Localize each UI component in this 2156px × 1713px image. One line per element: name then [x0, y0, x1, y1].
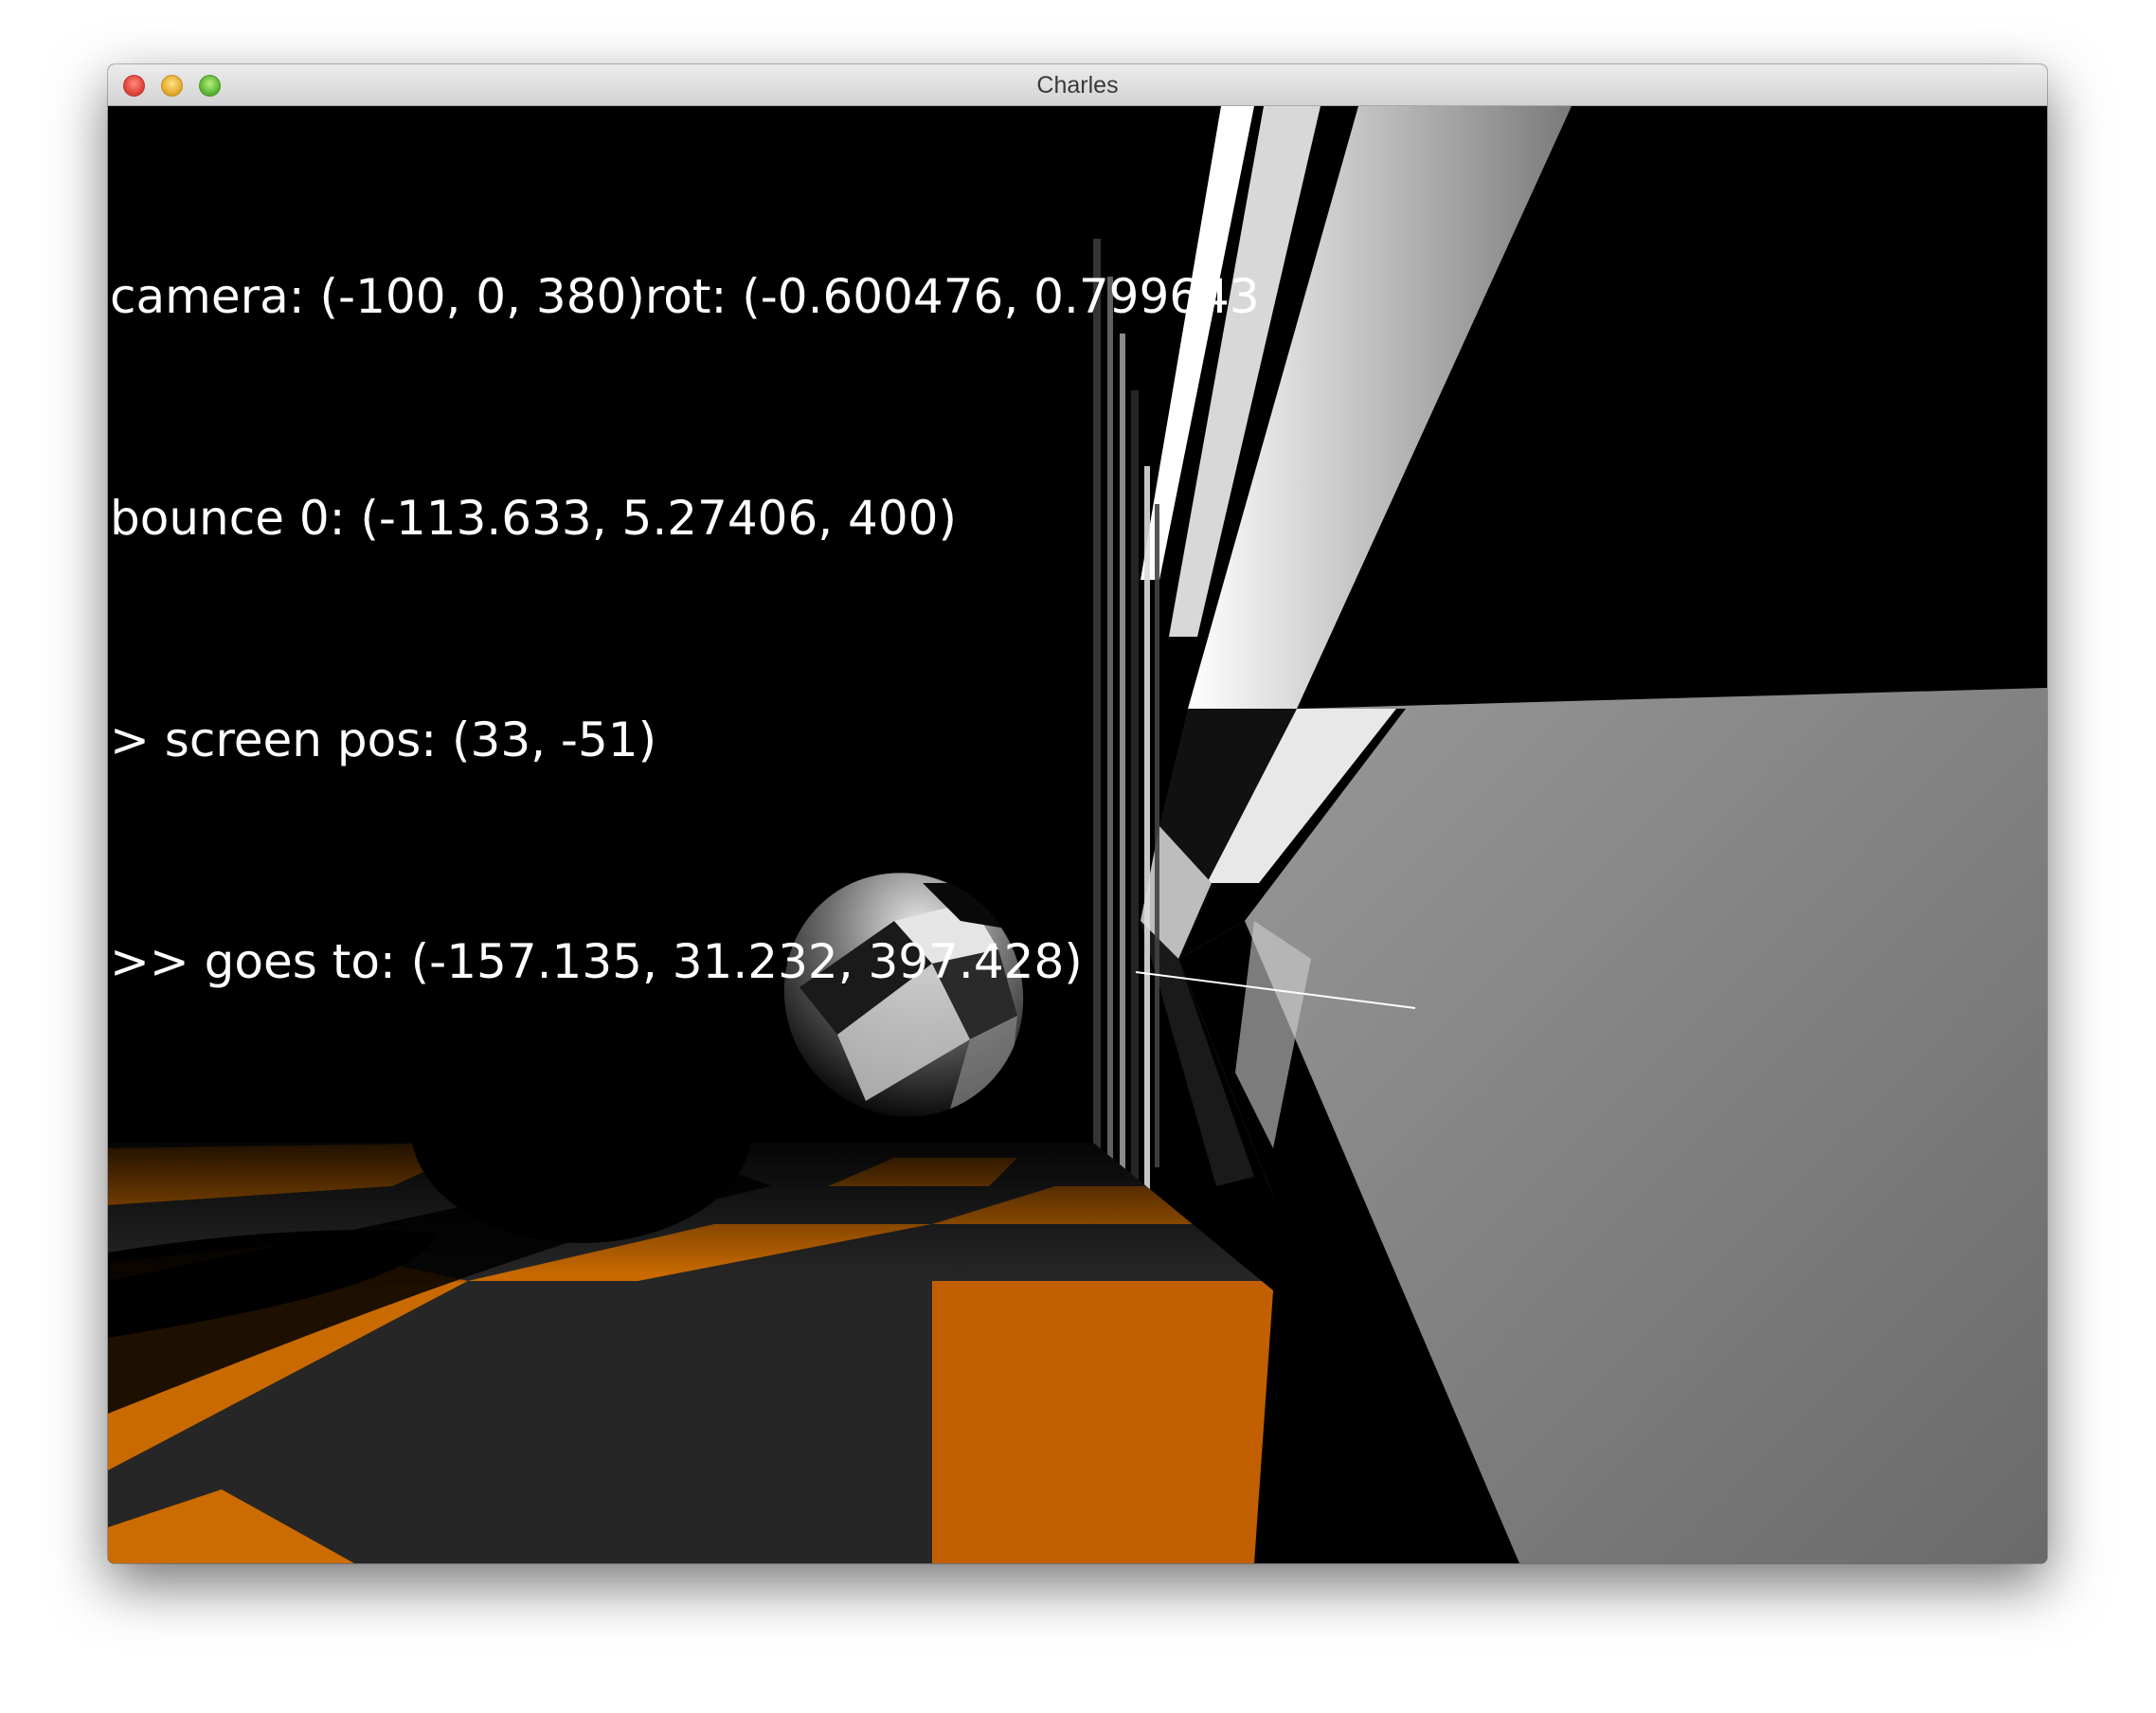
- titlebar[interactable]: Charles: [108, 64, 2047, 106]
- hud-camera: camera: (-100, 0, 380)rot: (-0.600476, 0…: [110, 269, 1260, 324]
- hud-goes-to: >> goes to: (-157.135, 31.232, 397.428): [110, 934, 1083, 989]
- hud-bounce: bounce 0: (-113.633, 5.27406, 400): [110, 491, 957, 546]
- render-viewport[interactable]: camera: (-100, 0, 380)rot: (-0.600476, 0…: [108, 106, 2047, 1563]
- hud-screen-pos: > screen pos: (33, -51): [110, 712, 657, 767]
- app-window: Charles camera: (-100, 0, 380)rot: (-0.6…: [108, 64, 2047, 1563]
- debug-overlay: camera: (-100, 0, 380)rot: (-0.600476, 0…: [110, 112, 1260, 1146]
- window-title: Charles: [1036, 72, 1119, 99]
